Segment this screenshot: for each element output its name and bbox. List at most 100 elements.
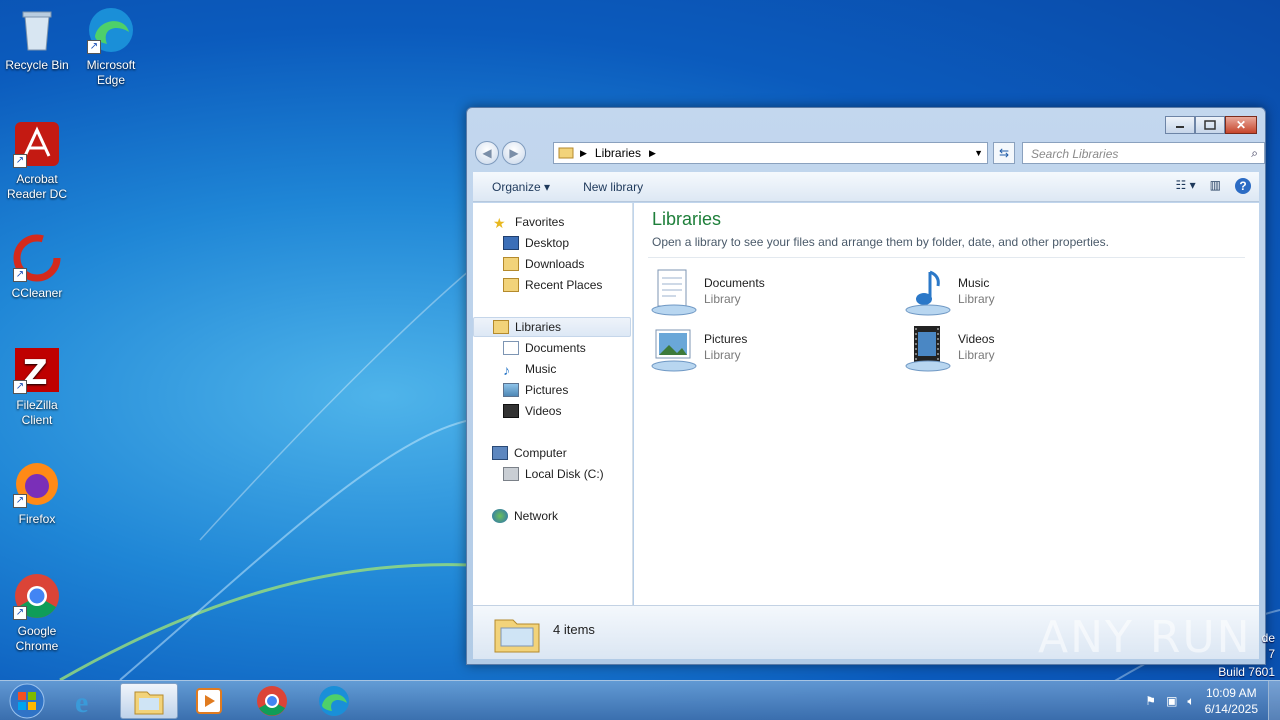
start-button[interactable]: [4, 682, 50, 720]
library-videos[interactable]: Videos Library: [904, 324, 1144, 372]
shortcut-arrow-icon: ↗: [13, 380, 27, 394]
nav-pictures[interactable]: Pictures: [473, 380, 631, 400]
build-line-2: 7: [1268, 647, 1275, 661]
address-bar[interactable]: ▶ Libraries ▶ ▼: [553, 142, 988, 164]
pictures-icon: [503, 383, 519, 397]
search-placeholder: Search Libraries: [1031, 147, 1119, 161]
library-type: Library: [958, 292, 995, 306]
libraries-icon: [493, 320, 509, 334]
new-library-button[interactable]: New library: [564, 180, 657, 194]
nav-computer[interactable]: Computer: [473, 443, 631, 463]
libraries-folder-icon: [558, 145, 574, 162]
desktop-icon-label: Acrobat Reader DC: [6, 172, 68, 201]
chrome-icon: [257, 686, 287, 716]
shortcut-arrow-icon: ↗: [13, 494, 27, 508]
desktop-icon-firefox[interactable]: ↗ Firefox: [0, 460, 74, 527]
change-view-icon[interactable]: ☷ ▾: [1176, 178, 1196, 194]
forward-button[interactable]: ▶: [502, 141, 526, 165]
library-type: Library: [704, 348, 741, 362]
explorer-window[interactable]: ✕ ◀ ▶ ▶ Libraries ▶ ▼ ⇆ Search Libraries…: [466, 107, 1266, 665]
window-caption-buttons: ✕: [1165, 116, 1257, 134]
preview-pane-icon[interactable]: ▥: [1210, 178, 1221, 194]
view-controls: ☷ ▾ ▥ ?: [1176, 178, 1251, 194]
taskbar-media-player[interactable]: [180, 683, 238, 719]
network-icon: [492, 509, 508, 523]
desktop-icon-ccleaner[interactable]: ↗ CCleaner: [0, 234, 74, 301]
library-name: Pictures: [704, 332, 748, 346]
internet-explorer-icon: e: [75, 686, 88, 717]
nav-favorites[interactable]: ★ Favorites: [473, 212, 631, 232]
clock[interactable]: 10:09 AM 6/14/2025: [1205, 685, 1258, 717]
nav-documents[interactable]: Documents: [473, 338, 631, 358]
command-bar: Organize ▾ New library ☷ ▾ ▥ ?: [473, 172, 1259, 202]
shortcut-arrow-icon: ↗: [13, 606, 27, 620]
explorer-folder-icon: [134, 691, 164, 715]
content-pane: Libraries Open a library to see your fil…: [634, 203, 1259, 605]
content-subtitle: Open a library to see your files and arr…: [652, 235, 1109, 249]
desktop-icon-label: Google Chrome: [15, 624, 59, 653]
nav-videos[interactable]: Videos: [473, 401, 631, 421]
library-name: Documents: [704, 276, 765, 290]
library-pictures[interactable]: Pictures Library: [650, 324, 890, 372]
star-icon: ★: [493, 215, 506, 231]
music-library-icon: [904, 268, 952, 316]
action-center-flag-icon[interactable]: ⚑: [1145, 694, 1156, 708]
documents-icon: [503, 341, 519, 355]
refresh-button[interactable]: ⇆: [993, 142, 1015, 164]
close-button[interactable]: ✕: [1225, 116, 1257, 134]
library-type: Library: [704, 292, 741, 306]
divider: [648, 257, 1245, 258]
content-title: Libraries: [652, 209, 722, 229]
nav-local-disk[interactable]: Local Disk (C:): [473, 464, 631, 484]
maximize-button[interactable]: [1195, 116, 1225, 134]
library-music[interactable]: Music Library: [904, 268, 1144, 316]
desktop-icon-label: FileZilla Client: [16, 398, 58, 427]
desktop-icon-filezilla[interactable]: Z ↗ FileZilla Client: [0, 346, 74, 428]
desktop-icon-label: CCleaner: [11, 286, 63, 300]
help-icon[interactable]: ?: [1235, 178, 1251, 194]
library-documents[interactable]: Documents Library: [650, 268, 890, 316]
nav-libraries[interactable]: Libraries: [473, 317, 631, 337]
desktop-icon-label: Recycle Bin: [5, 58, 69, 72]
taskbar-explorer[interactable]: [120, 683, 178, 719]
volume-icon[interactable]: 🔈︎: [1187, 694, 1194, 709]
nav-music[interactable]: ♪ Music: [473, 359, 631, 379]
taskbar-ie[interactable]: e: [58, 683, 116, 719]
show-desktop-button[interactable]: [1268, 681, 1280, 720]
desktop-icon-recycle-bin[interactable]: Recycle Bin: [0, 6, 74, 73]
address-text[interactable]: Libraries: [595, 146, 641, 160]
library-name: Videos: [958, 332, 995, 346]
edge-icon: [319, 686, 349, 716]
taskbar-chrome[interactable]: [243, 683, 301, 719]
acrobat-icon: ↗: [13, 120, 61, 168]
recent-places-icon: [503, 278, 519, 292]
videos-library-icon: [904, 324, 952, 372]
desktop-icon-acrobat[interactable]: ↗ Acrobat Reader DC: [0, 120, 74, 202]
desktop-icon-chrome[interactable]: ↗ Google Chrome: [0, 572, 74, 654]
search-icon[interactable]: ⌕: [1251, 146, 1258, 161]
network-icon[interactable]: ▣: [1166, 694, 1177, 708]
desktop-icon: [503, 236, 519, 250]
nav-desktop[interactable]: Desktop: [473, 233, 631, 253]
organize-menu[interactable]: Organize ▾: [473, 180, 564, 194]
taskbar-edge[interactable]: [305, 683, 363, 719]
firefox-icon: ↗: [13, 460, 61, 508]
back-button[interactable]: ◀: [475, 141, 499, 165]
nav-recent-places[interactable]: Recent Places: [473, 275, 631, 295]
nav-downloads[interactable]: Downloads: [473, 254, 631, 274]
minimize-button[interactable]: [1165, 116, 1195, 134]
desktop-icon-label: Firefox: [18, 512, 56, 526]
shortcut-arrow-icon: ↗: [13, 268, 27, 282]
nav-network[interactable]: Network: [473, 506, 631, 526]
system-tray: ⚑ ▣ 🔈︎ 10:09 AM 6/14/2025: [1145, 685, 1258, 717]
desktop-icon-edge[interactable]: ↗ Microsoft Edge: [74, 6, 148, 88]
item-count: 4 items: [553, 622, 595, 637]
address-row: ◀ ▶ ▶ Libraries ▶ ▼ ⇆ Search Libraries ⌕: [475, 140, 1265, 166]
search-input[interactable]: Search Libraries ⌕: [1022, 142, 1265, 164]
windows-logo-icon: [9, 683, 45, 719]
watermark: ANY RUN: [1038, 612, 1252, 663]
taskbar: e ⚑ ▣ 🔈︎ 10:09 AM 6/14/2025: [0, 680, 1280, 720]
address-dropdown-icon[interactable]: ▼: [974, 148, 983, 158]
edge-icon: ↗: [87, 6, 135, 54]
computer-icon: [492, 446, 508, 460]
